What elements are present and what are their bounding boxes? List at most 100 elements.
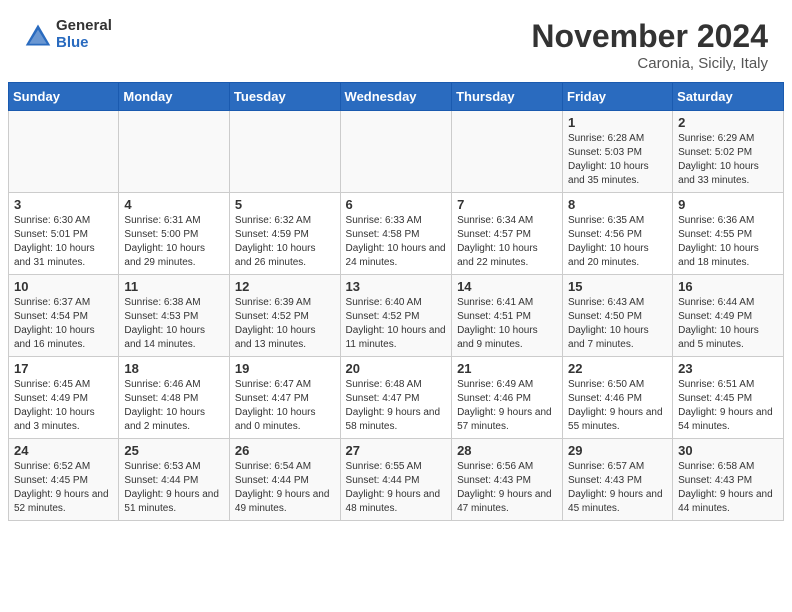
day-number: 7 xyxy=(457,197,557,212)
day-info: Sunrise: 6:36 AM Sunset: 4:55 PM Dayligh… xyxy=(678,214,778,270)
logo-icon xyxy=(24,21,52,49)
day-cell xyxy=(452,111,563,193)
day-number: 4 xyxy=(124,197,224,212)
day-cell: 12 Sunrise: 6:39 AM Sunset: 4:52 PM Dayli… xyxy=(229,275,340,357)
day-number: 24 xyxy=(14,443,113,458)
day-cell xyxy=(229,111,340,193)
day-cell: 8 Sunrise: 6:35 AM Sunset: 4:56 PM Daylig… xyxy=(563,193,673,275)
day-info: Sunrise: 6:55 AM Sunset: 4:44 PM Dayligh… xyxy=(346,460,447,516)
day-number: 5 xyxy=(235,197,335,212)
week-row-1: 3Sunrise: 6:30 AM Sunset: 5:01 PM Daylig… xyxy=(9,193,784,275)
day-info: Sunrise: 6:37 AM Sunset: 4:54 PM Dayligh… xyxy=(14,296,113,352)
day-info: Sunrise: 6:47 AM Sunset: 4:47 PM Dayligh… xyxy=(235,378,335,434)
day-number: 17 xyxy=(14,361,113,376)
day-cell: 28 Sunrise: 6:56 AM Sunset: 4:43 PM Dayli… xyxy=(452,439,563,521)
header-friday: Friday xyxy=(563,83,673,111)
day-info: Sunrise: 6:51 AM Sunset: 4:45 PM Dayligh… xyxy=(678,378,778,434)
day-number: 27 xyxy=(346,443,447,458)
day-cell: 13Sunrise: 6:40 AM Sunset: 4:52 PM Dayli… xyxy=(340,275,452,357)
header-wednesday: Wednesday xyxy=(340,83,452,111)
day-cell: 29 Sunrise: 6:57 AM Sunset: 4:43 PM Dayli… xyxy=(563,439,673,521)
calendar-header: SundayMondayTuesdayWednesdayThursdayFrid… xyxy=(9,83,784,111)
day-info: Sunrise: 6:38 AM Sunset: 4:53 PM Dayligh… xyxy=(124,296,224,352)
day-cell: 22 Sunrise: 6:50 AM Sunset: 4:46 PM Dayli… xyxy=(563,357,673,439)
week-row-4: 24 Sunrise: 6:52 AM Sunset: 4:45 PM Dayli… xyxy=(9,439,784,521)
day-info: Sunrise: 6:29 AM Sunset: 5:02 PM Dayligh… xyxy=(678,132,778,188)
day-number: 30 xyxy=(678,443,778,458)
day-number: 19 xyxy=(235,361,335,376)
day-info: Sunrise: 6:50 AM Sunset: 4:46 PM Dayligh… xyxy=(568,378,667,434)
day-info: Sunrise: 6:48 AM Sunset: 4:47 PM Dayligh… xyxy=(346,378,447,434)
day-cell: 20 Sunrise: 6:48 AM Sunset: 4:47 PM Dayli… xyxy=(340,357,452,439)
day-info: Sunrise: 6:53 AM Sunset: 4:44 PM Dayligh… xyxy=(124,460,224,516)
day-number: 20 xyxy=(346,361,447,376)
day-number: 29 xyxy=(568,443,667,458)
day-info: Sunrise: 6:49 AM Sunset: 4:46 PM Dayligh… xyxy=(457,378,557,434)
header-thursday: Thursday xyxy=(452,83,563,111)
day-cell: 16 Sunrise: 6:44 AM Sunset: 4:49 PM Dayli… xyxy=(673,275,784,357)
day-info: Sunrise: 6:58 AM Sunset: 4:43 PM Dayligh… xyxy=(678,460,778,516)
day-number: 14 xyxy=(457,279,557,294)
calendar-wrapper: SundayMondayTuesdayWednesdayThursdayFrid… xyxy=(0,82,792,529)
day-cell: 2 Sunrise: 6:29 AM Sunset: 5:02 PM Daylig… xyxy=(673,111,784,193)
day-number: 10 xyxy=(14,279,113,294)
page-header: General Blue November 2024 Caronia, Sici… xyxy=(0,0,792,82)
calendar-table: SundayMondayTuesdayWednesdayThursdayFrid… xyxy=(8,82,784,521)
day-cell: 30 Sunrise: 6:58 AM Sunset: 4:43 PM Dayli… xyxy=(673,439,784,521)
day-number: 8 xyxy=(568,197,667,212)
day-cell: 26 Sunrise: 6:54 AM Sunset: 4:44 PM Dayli… xyxy=(229,439,340,521)
day-number: 15 xyxy=(568,279,667,294)
day-info: Sunrise: 6:44 AM Sunset: 4:49 PM Dayligh… xyxy=(678,296,778,352)
day-cell: 27 Sunrise: 6:55 AM Sunset: 4:44 PM Dayli… xyxy=(340,439,452,521)
header-tuesday: Tuesday xyxy=(229,83,340,111)
day-info: Sunrise: 6:39 AM Sunset: 4:52 PM Dayligh… xyxy=(235,296,335,352)
day-number: 28 xyxy=(457,443,557,458)
day-number: 16 xyxy=(678,279,778,294)
day-number: 25 xyxy=(124,443,224,458)
day-cell: 15 Sunrise: 6:43 AM Sunset: 4:50 PM Dayli… xyxy=(563,275,673,357)
day-number: 1 xyxy=(568,115,667,130)
day-info: Sunrise: 6:43 AM Sunset: 4:50 PM Dayligh… xyxy=(568,296,667,352)
day-number: 12 xyxy=(235,279,335,294)
day-number: 3 xyxy=(14,197,113,212)
day-info: Sunrise: 6:31 AM Sunset: 5:00 PM Dayligh… xyxy=(124,214,224,270)
day-cell: 5Sunrise: 6:32 AM Sunset: 4:59 PM Daylig… xyxy=(229,193,340,275)
day-info: Sunrise: 6:28 AM Sunset: 5:03 PM Dayligh… xyxy=(568,132,667,188)
day-info: Sunrise: 6:56 AM Sunset: 4:43 PM Dayligh… xyxy=(457,460,557,516)
header-sunday: Sunday xyxy=(9,83,119,111)
day-info: Sunrise: 6:54 AM Sunset: 4:44 PM Dayligh… xyxy=(235,460,335,516)
day-number: 18 xyxy=(124,361,224,376)
day-info: Sunrise: 6:35 AM Sunset: 4:56 PM Dayligh… xyxy=(568,214,667,270)
title-block: November 2024 Caronia, Sicily, Italy xyxy=(531,18,768,72)
day-info: Sunrise: 6:52 AM Sunset: 4:45 PM Dayligh… xyxy=(14,460,113,516)
week-row-0: 1 Sunrise: 6:28 AM Sunset: 5:03 PM Daylig… xyxy=(9,111,784,193)
day-cell: 11 Sunrise: 6:38 AM Sunset: 4:53 PM Dayli… xyxy=(119,275,230,357)
day-number: 13 xyxy=(346,279,447,294)
day-info: Sunrise: 6:41 AM Sunset: 4:51 PM Dayligh… xyxy=(457,296,557,352)
day-cell: 18Sunrise: 6:46 AM Sunset: 4:48 PM Dayli… xyxy=(119,357,230,439)
logo: General Blue xyxy=(24,18,112,51)
day-number: 9 xyxy=(678,197,778,212)
day-cell: 9 Sunrise: 6:36 AM Sunset: 4:55 PM Daylig… xyxy=(673,193,784,275)
day-number: 6 xyxy=(346,197,447,212)
day-info: Sunrise: 6:57 AM Sunset: 4:43 PM Dayligh… xyxy=(568,460,667,516)
day-cell: 7Sunrise: 6:34 AM Sunset: 4:57 PM Daylig… xyxy=(452,193,563,275)
day-cell: 10 Sunrise: 6:37 AM Sunset: 4:54 PM Dayli… xyxy=(9,275,119,357)
day-cell: 21 Sunrise: 6:49 AM Sunset: 4:46 PM Dayli… xyxy=(452,357,563,439)
day-cell xyxy=(119,111,230,193)
day-cell: 14 Sunrise: 6:41 AM Sunset: 4:51 PM Dayli… xyxy=(452,275,563,357)
day-cell: 25 Sunrise: 6:53 AM Sunset: 4:44 PM Dayli… xyxy=(119,439,230,521)
day-number: 11 xyxy=(124,279,224,294)
day-number: 21 xyxy=(457,361,557,376)
day-cell xyxy=(9,111,119,193)
location: Caronia, Sicily, Italy xyxy=(531,55,768,72)
day-number: 2 xyxy=(678,115,778,130)
header-saturday: Saturday xyxy=(673,83,784,111)
day-number: 26 xyxy=(235,443,335,458)
logo-general-text: General xyxy=(56,18,112,35)
day-cell xyxy=(340,111,452,193)
day-cell: 23Sunrise: 6:51 AM Sunset: 4:45 PM Dayli… xyxy=(673,357,784,439)
day-cell: 17Sunrise: 6:45 AM Sunset: 4:49 PM Dayli… xyxy=(9,357,119,439)
week-row-2: 10 Sunrise: 6:37 AM Sunset: 4:54 PM Dayli… xyxy=(9,275,784,357)
day-number: 22 xyxy=(568,361,667,376)
